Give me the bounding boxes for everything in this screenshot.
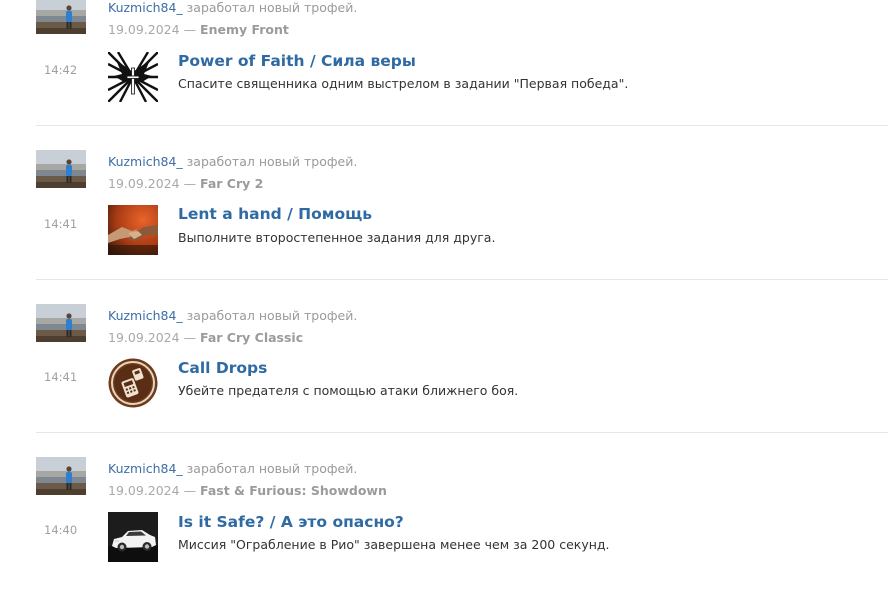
activity-text: заработал новый трофей. (186, 154, 358, 169)
activity-line: Kuzmich84_ заработал новый трофей. (108, 308, 357, 323)
date-line: 19.09.2024 — Far Cry 2 (108, 176, 263, 191)
game-link[interactable]: Far Cry Classic (200, 330, 303, 345)
activity-line: Kuzmich84_ заработал новый трофей. (108, 154, 357, 169)
trophy-title[interactable]: Power of Faith / Сила веры (178, 52, 416, 70)
trophy-title[interactable]: Lent a hand / Помощь (178, 205, 372, 223)
username-link[interactable]: Kuzmich84_ (108, 308, 183, 323)
user-avatar[interactable] (36, 457, 86, 495)
car-icon (108, 512, 158, 562)
entry-time: 14:40 (44, 523, 78, 537)
phone-drop-icon (108, 358, 158, 408)
trophy-description: Убейте предателя с помощью атаки ближнег… (178, 383, 519, 398)
entry-time: 14:41 (44, 370, 78, 384)
user-avatar[interactable] (36, 150, 86, 188)
entry-time: 14:42 (44, 63, 78, 77)
activity-text: заработал новый трофей. (186, 461, 358, 476)
activity-text: заработал новый трофей. (186, 308, 358, 323)
activity-line: Kuzmich84_ заработал новый трофей. (108, 461, 357, 476)
trophy-title[interactable]: Is it Safe? / А это опасно? (178, 513, 404, 531)
entry-date: 19.09.2024 (108, 22, 180, 37)
activity-text: заработал новый трофей. (186, 0, 358, 15)
feed-entry: Kuzmich84_ заработал новый трофей. 19.09… (0, 457, 893, 611)
trophy-icon[interactable] (108, 205, 158, 255)
date-line: 19.09.2024 — Enemy Front (108, 22, 289, 37)
date-line: 19.09.2024 — Fast & Furious: Showdown (108, 483, 387, 498)
username-link[interactable]: Kuzmich84_ (108, 154, 183, 169)
entry-divider (36, 432, 888, 433)
entry-date: 19.09.2024 (108, 330, 180, 345)
activity-line: Kuzmich84_ заработал новый трофей. (108, 0, 357, 15)
entry-date: 19.09.2024 (108, 176, 180, 191)
trophy-description: Выполните второстепенное задания для дру… (178, 230, 496, 245)
game-link[interactable]: Far Cry 2 (200, 176, 263, 191)
date-separator: — (183, 483, 197, 498)
trophy-description: Спасите священника одним выстрелом в зад… (178, 76, 629, 91)
entry-date: 19.09.2024 (108, 483, 180, 498)
trophy-title[interactable]: Call Drops (178, 359, 267, 377)
entry-divider (36, 125, 888, 126)
user-avatar[interactable] (36, 304, 86, 342)
date-line: 19.09.2024 — Far Cry Classic (108, 330, 303, 345)
game-link[interactable]: Fast & Furious: Showdown (200, 483, 387, 498)
feed-entry: Kuzmich84_ заработал новый трофей. 19.09… (0, 0, 893, 150)
user-avatar[interactable] (36, 0, 86, 34)
date-separator: — (183, 176, 197, 191)
date-separator: — (183, 330, 197, 345)
username-link[interactable]: Kuzmich84_ (108, 0, 183, 15)
trophy-description: Миссия "Ограбление в Рио" завершена мене… (178, 537, 610, 552)
trophy-icon[interactable] (108, 358, 158, 408)
winged-sword-icon (108, 52, 158, 102)
feed-entry: Kuzmich84_ заработал новый трофей. 19.09… (0, 304, 893, 458)
username-link[interactable]: Kuzmich84_ (108, 461, 183, 476)
feed-entry: Kuzmich84_ заработал новый трофей. 19.09… (0, 150, 893, 304)
handshake-icon (108, 205, 158, 255)
date-separator: — (183, 22, 197, 37)
entry-time: 14:41 (44, 217, 78, 231)
trophy-icon[interactable] (108, 512, 158, 562)
trophy-icon[interactable] (108, 52, 158, 102)
entry-divider (36, 279, 888, 280)
game-link[interactable]: Enemy Front (200, 22, 289, 37)
